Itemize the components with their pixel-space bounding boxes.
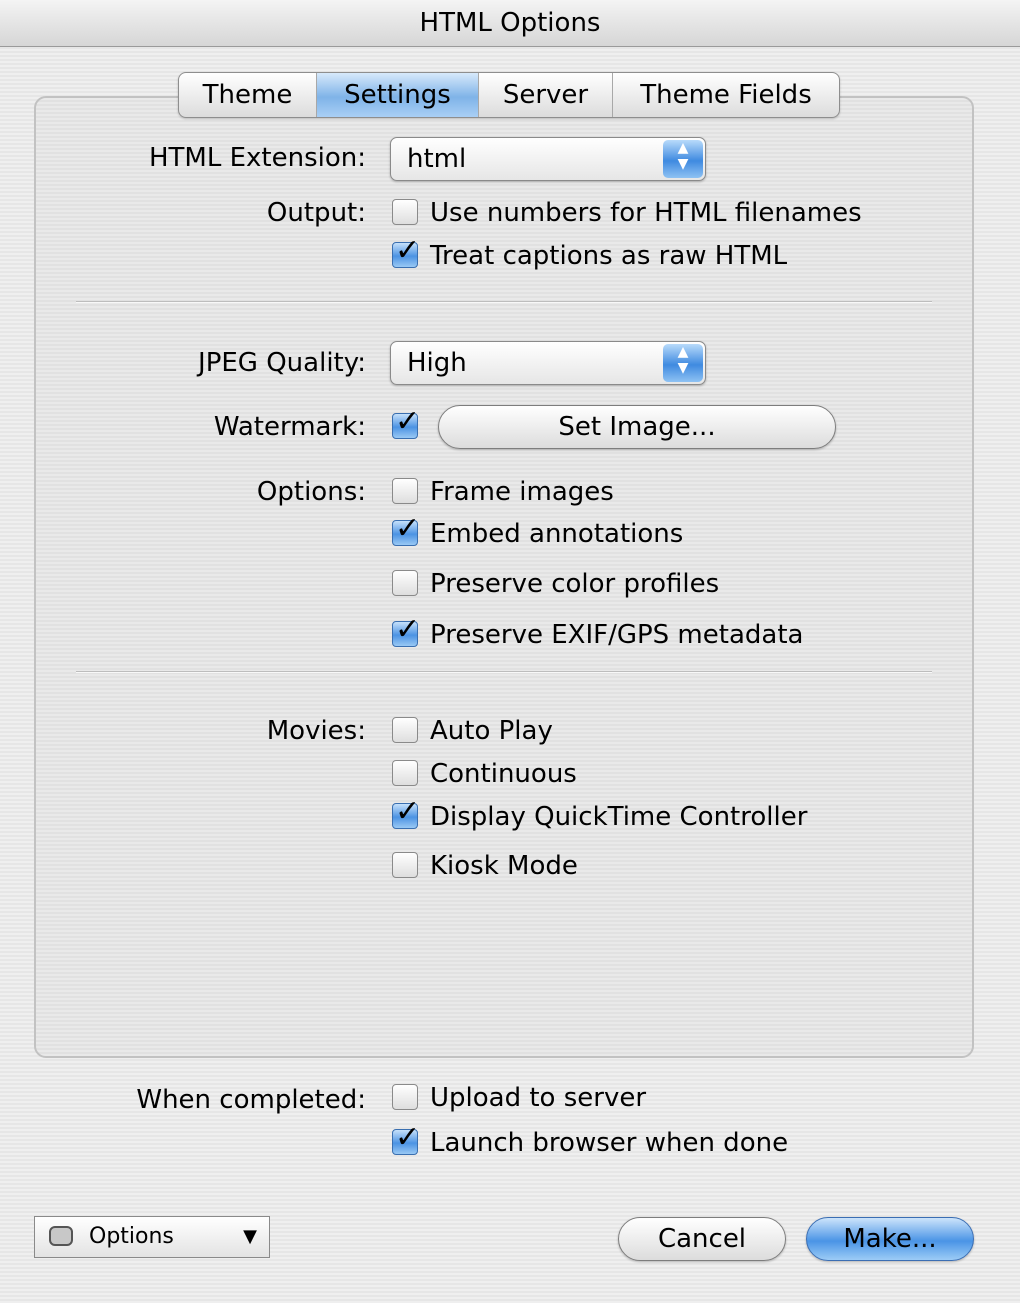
checkbox-icon <box>392 759 418 786</box>
kiosk-mode-checkbox[interactable]: Kiosk Mode <box>392 848 578 884</box>
kiosk-mode-label: Kiosk Mode <box>430 851 578 881</box>
gear-icon <box>49 1226 73 1246</box>
quicktime-controller-checkbox[interactable]: Display QuickTime Controller <box>392 794 808 835</box>
use-numbers-label: Use numbers for HTML filenames <box>430 198 862 228</box>
watermark-checkbox[interactable] <box>392 404 430 445</box>
tab-settings[interactable]: Settings <box>317 73 479 117</box>
continuous-checkbox[interactable]: Continuous <box>392 756 577 792</box>
html-extension-label: HTML Extension: <box>148 143 366 173</box>
checkbox-icon <box>392 716 418 743</box>
tab-theme[interactable]: Theme <box>179 73 317 117</box>
checkbox-checked-icon <box>392 612 420 648</box>
window-title: HTML Options <box>0 0 1020 47</box>
jpeg-quality-label: JPEG Quality: <box>198 348 366 378</box>
make-button[interactable]: Make... <box>806 1217 974 1261</box>
frame-images-checkbox[interactable]: Frame images <box>392 474 614 510</box>
html-extension-value: html <box>407 144 467 174</box>
when-completed-label: When completed: <box>136 1085 366 1115</box>
chevron-down-icon: ▼ <box>243 1226 257 1247</box>
embed-annotations-label: Embed annotations <box>430 519 684 549</box>
options-menu-button[interactable]: Options ▼ <box>34 1216 270 1258</box>
cancel-button[interactable]: Cancel <box>618 1217 786 1261</box>
output-label: Output: <box>266 198 366 228</box>
checkbox-checked-icon <box>392 511 420 547</box>
jpeg-quality-popup[interactable]: High ▲ ▼ <box>390 341 706 385</box>
raw-html-checkbox[interactable]: Treat captions as raw HTML <box>392 233 788 274</box>
popup-arrows-icon: ▲ ▼ <box>663 140 703 178</box>
preserve-color-checkbox[interactable]: Preserve color profiles <box>392 566 719 602</box>
upload-server-checkbox[interactable]: Upload to server <box>392 1080 646 1116</box>
watermark-label: Watermark: <box>213 412 366 442</box>
tab-theme-fields[interactable]: Theme Fields <box>613 73 839 117</box>
launch-browser-checkbox[interactable]: Launch browser when done <box>392 1120 789 1161</box>
options-label: Options: <box>256 477 366 507</box>
checkbox-icon <box>392 851 418 878</box>
auto-play-checkbox[interactable]: Auto Play <box>392 713 553 749</box>
checkbox-icon <box>392 477 418 504</box>
separator <box>76 671 932 673</box>
auto-play-label: Auto Play <box>430 716 553 746</box>
frame-images-label: Frame images <box>430 477 614 507</box>
quicktime-controller-label: Display QuickTime Controller <box>430 802 808 832</box>
checkbox-icon <box>392 198 418 225</box>
continuous-label: Continuous <box>430 759 577 789</box>
preserve-exif-checkbox[interactable]: Preserve EXIF/GPS metadata <box>392 612 804 653</box>
checkbox-checked-icon <box>392 233 420 269</box>
upload-server-label: Upload to server <box>430 1083 647 1113</box>
set-image-button[interactable]: Set Image... <box>438 405 836 449</box>
checkbox-icon <box>392 569 418 596</box>
embed-annotations-checkbox[interactable]: Embed annotations <box>392 511 684 552</box>
checkbox-checked-icon <box>392 1120 420 1156</box>
html-options-window: HTML Options Theme Settings Server Theme… <box>0 0 1020 1303</box>
checkbox-checked-icon <box>392 404 420 440</box>
jpeg-quality-value: High <box>407 348 467 378</box>
checkbox-icon <box>392 1083 418 1110</box>
separator <box>76 301 932 303</box>
movies-label: Movies: <box>266 716 366 746</box>
checkbox-checked-icon <box>392 794 420 830</box>
use-numbers-checkbox[interactable]: Use numbers for HTML filenames <box>392 195 862 231</box>
tab-server[interactable]: Server <box>479 73 613 117</box>
tab-bar: Theme Settings Server Theme Fields <box>178 72 840 118</box>
launch-browser-label: Launch browser when done <box>430 1128 789 1158</box>
preserve-exif-label: Preserve EXIF/GPS metadata <box>430 620 804 650</box>
popup-arrows-icon: ▲ ▼ <box>663 344 703 382</box>
preserve-color-label: Preserve color profiles <box>430 569 720 599</box>
options-menu-label: Options <box>89 1224 174 1249</box>
raw-html-label: Treat captions as raw HTML <box>430 241 788 271</box>
html-extension-popup[interactable]: html ▲ ▼ <box>390 137 706 181</box>
